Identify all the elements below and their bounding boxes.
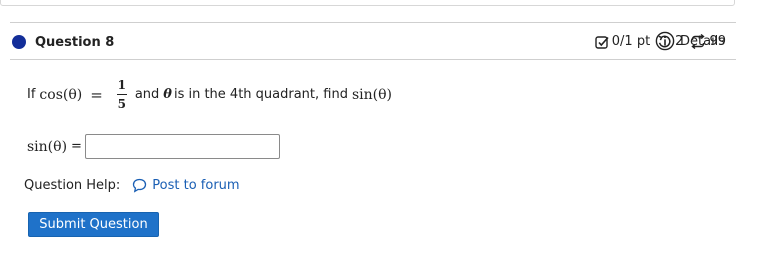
problem-prefix: If — [27, 87, 36, 102]
and-text: and — [134, 87, 160, 102]
answer-row: sin(θ) = — [27, 134, 280, 159]
cos-expression: cos(θ) — [39, 86, 83, 103]
fraction: 1 5 — [116, 78, 127, 111]
answer-label: sin(θ) — [27, 138, 68, 155]
details-label: Details — [680, 33, 726, 49]
checkbox-icon — [595, 35, 609, 49]
problem-statement: If cos(θ) = 1 5 and θ is in the 4th quad… — [27, 78, 392, 111]
post-to-forum-link[interactable]: Post to forum — [152, 178, 239, 193]
info-icon — [655, 31, 675, 51]
question-help: Question Help: Post to forum — [24, 178, 240, 193]
answer-equals: = — [71, 139, 82, 154]
submit-question-button[interactable]: Submit Question — [28, 212, 159, 237]
previous-question-frame — [0, 0, 735, 6]
divider-header — [10, 59, 736, 60]
sin-expression: sin(θ) — [351, 86, 392, 103]
question-help-label: Question Help: — [24, 178, 121, 193]
problem-middle-text: is in the 4th quadrant, find — [173, 87, 348, 102]
details-button[interactable]: Details — [655, 31, 725, 51]
divider-top — [10, 22, 736, 23]
score-badge: 0/1 pt — [595, 34, 650, 49]
fraction-numerator: 1 — [117, 78, 126, 92]
speech-bubble-icon — [133, 178, 147, 193]
status-dot-icon — [12, 35, 26, 49]
fraction-bar — [116, 94, 127, 95]
question-header: Question 8 — [12, 31, 114, 53]
theta-symbol: θ — [163, 87, 172, 102]
equals-sign: = — [90, 85, 103, 104]
fraction-denominator: 5 — [117, 97, 126, 111]
question-title: Question 8 — [35, 34, 115, 50]
answer-input[interactable] — [84, 134, 280, 159]
